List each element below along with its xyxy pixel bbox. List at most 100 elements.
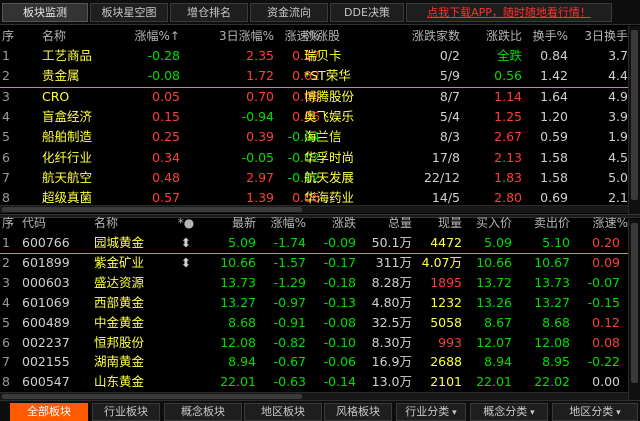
lower-vertical-scrollbar[interactable]: [628, 219, 640, 400]
sector-cell-updown: 8/7: [439, 88, 460, 104]
sector-cell-chg3: 2.97: [246, 169, 274, 185]
lower-scroll-thumb[interactable]: [631, 223, 638, 383]
bottom-tab-1[interactable]: 全部板块: [10, 403, 88, 421]
upper-header-name[interactable]: 名称: [42, 27, 124, 45]
sector-row[interactable]: 7 航天航空 0.48 2.97 -0.02 航天发展 22/12 1.83 1.58 5.0: [0, 168, 628, 188]
stock-cell-sell: 22.02: [534, 374, 570, 390]
lower-header-now[interactable]: 现量: [412, 214, 462, 232]
lower-header-price[interactable]: 最新: [200, 214, 256, 232]
tab-fund-flow[interactable]: 资金流向: [250, 3, 328, 22]
stock-cell-name: 山东黄金: [94, 374, 145, 390]
stock-cell-vol: 8.28万: [371, 274, 412, 290]
sector-row[interactable]: 2 贵金属 -0.08 1.72 0.02 *ST荣华 5/9 0.56 1.42 4.4: [0, 66, 628, 86]
stock-cell-code: 601069: [22, 294, 70, 310]
stock-cell-chg: -1.29: [273, 274, 306, 290]
sector-cell-updown: 5/4: [439, 108, 460, 124]
sector-cell-updown: 22/12: [423, 169, 460, 185]
stock-cell-sell: 8.68: [542, 314, 570, 330]
stock-cell-code: 601899: [22, 254, 70, 270]
stock-cell-idx: 8: [2, 374, 10, 390]
lower-header-mark[interactable]: *●: [176, 214, 196, 232]
sector-row[interactable]: 1 工艺商品 -0.28 2.35 0.17 瑞贝卡 0/2 全跌 0.84 3.7: [0, 46, 628, 66]
sector-cell-chg3: 0.39: [246, 129, 274, 145]
bottom-tab-8[interactable]: 地区分类 ▾: [552, 403, 638, 421]
stock-row[interactable]: 7 002155 湖南黄金 8.94 -0.67 -0.06 16.9万 2688 8.94 8.…: [0, 352, 628, 372]
stock-cell-price: 10.66: [220, 254, 256, 270]
stock-cell-name: 盛达资源: [94, 274, 145, 290]
lower-header-name[interactable]: 名称: [94, 214, 156, 232]
stock-cell-speed: 0.00: [592, 374, 620, 390]
upper-header-turn[interactable]: 换手%: [522, 27, 568, 45]
stock-cell-diff: -0.10: [323, 334, 356, 350]
upper-vertical-scrollbar[interactable]: [628, 26, 640, 214]
sector-cell-updown: 17/8: [431, 149, 460, 165]
stock-row[interactable]: 6 002237 恒邦股份 12.08 -0.82 -0.10 8.30万 993 12.07 1…: [0, 333, 628, 353]
bottom-tab-5[interactable]: 风格板块: [324, 403, 392, 421]
tab-position-rank[interactable]: 增仓排名: [170, 3, 248, 22]
sector-cell-name: 盲盒经济: [42, 108, 93, 124]
sector-cell-chg3: -0.05: [241, 149, 274, 165]
stock-row[interactable]: 1 600766 园城黄金 ⬍ 5.09 -1.74 -0.09 50.1万 4472 5.09 5…: [0, 233, 628, 253]
sector-cell-leader: 华孚时尚: [304, 149, 355, 165]
stock-cell-speed: -0.07: [587, 274, 620, 290]
sector-row[interactable]: 3 CRO 0.05 0.70 0.08 博腾股份 8/7 1.14 1.64 4.9: [0, 87, 628, 107]
sector-row[interactable]: 4 盲盒经济 0.15 -0.94 0.06 奥飞娱乐 5/4 1.25 1.20 3.9: [0, 107, 628, 127]
lower-header-speed[interactable]: 涨速%: [574, 214, 628, 232]
upper-horizontal-scrollbar[interactable]: [0, 205, 628, 213]
lower-header-diff[interactable]: 涨跌: [310, 214, 356, 232]
lower-horizontal-scrollbar[interactable]: [0, 392, 628, 400]
upper-header-leader[interactable]: 领涨股: [304, 27, 384, 45]
stock-row[interactable]: 3 000603 盛达资源 13.73 -1.29 -0.18 8.28万 1895 13.72…: [0, 273, 628, 293]
bottom-tab-7[interactable]: 概念分类 ▾: [470, 403, 548, 421]
sector-cell-turn: 0.59: [540, 129, 568, 145]
sector-cell-turn: 1.64: [540, 88, 568, 104]
lower-header-buy[interactable]: 买入价: [464, 214, 512, 232]
stock-cell-code: 600766: [22, 235, 70, 250]
tab-dde-decision[interactable]: DDE决策: [330, 3, 404, 22]
upper-scroll-thumb[interactable]: [631, 30, 638, 200]
stock-row[interactable]: 8 600547 山东黄金 22.01 -0.63 -0.14 13.0万 2101 22.01…: [0, 372, 628, 392]
stock-cell-chg: -0.63: [273, 374, 306, 390]
stock-row[interactable]: 5 600489 中金黄金 8.68 -0.91 -0.08 32.5万 5058 8.67 8.…: [0, 313, 628, 333]
lower-header-chg[interactable]: 涨幅%: [258, 214, 306, 232]
stock-cell-code: 002155: [22, 354, 70, 370]
upper-header-turn3[interactable]: 3日换手: [568, 27, 628, 45]
upper-header-chg[interactable]: 涨幅%↑: [118, 27, 180, 45]
sector-row[interactable]: 5 船舶制造 0.25 0.39 -0.04 海兰信 8/3 2.67 0.59 1.9: [0, 127, 628, 147]
lower-header-code[interactable]: 代码: [22, 214, 78, 232]
bottom-tab-2[interactable]: 行业板块: [92, 403, 160, 421]
lower-hscroll-thumb[interactable]: [2, 394, 302, 399]
stock-cell-speed: 0.12: [592, 314, 620, 330]
sector-cell-name: 船舶制造: [42, 129, 93, 145]
stock-cell-code: 002237: [22, 334, 70, 350]
sector-row[interactable]: 6 化纤行业 0.34 -0.05 -0.02 华孚时尚 17/8 2.13 1.58 4.5: [0, 148, 628, 168]
stock-cell-sell: 5.10: [542, 235, 570, 250]
sector-cell-turn3: 4.4: [608, 68, 628, 84]
bottom-tab-3[interactable]: 概念板块: [164, 403, 242, 421]
stock-cell-idx: 1: [2, 235, 10, 250]
bottom-tab-6[interactable]: 行业分类 ▾: [396, 403, 466, 421]
tab-sector-starmap[interactable]: 板块星空图: [90, 3, 168, 22]
stock-row[interactable]: 2 601899 紫金矿业 ⬍ 10.66 -1.57 -0.17 311万 4.07万 10.6…: [0, 253, 628, 273]
stock-cell-idx: 6: [2, 334, 10, 350]
stock-cell-vol: 50.1万: [371, 235, 412, 250]
tab-sector-monitor[interactable]: 板块监测: [2, 3, 88, 22]
stock-row[interactable]: 4 601069 西部黄金 13.27 -0.97 -0.13 4.80万 1232 13.26…: [0, 293, 628, 313]
top-toolbar: 板块监测 板块星空图 增仓排名 资金流向 DDE决策 点我下载APP，随时随地看…: [0, 0, 640, 25]
stock-cell-sell: 12.08: [534, 334, 570, 350]
lower-header-vol[interactable]: 总量: [358, 214, 412, 232]
sector-cell-chg: -0.08: [147, 68, 180, 84]
upper-hscroll-thumb[interactable]: [2, 207, 302, 212]
upper-header-chg3[interactable]: 3日涨幅%: [180, 27, 274, 45]
lower-header-sell[interactable]: 卖出价: [514, 214, 570, 232]
stock-flag-icon: ⬍: [180, 235, 192, 250]
upper-header-ratio[interactable]: 涨跌比: [462, 27, 522, 45]
sector-cell-name: 工艺商品: [42, 48, 93, 63]
bottom-tab-label: 地区分类: [569, 405, 614, 418]
download-app-link[interactable]: 点我下载APP，随时随地看行情！: [406, 3, 612, 22]
upper-header-updown[interactable]: 涨跌家数: [396, 27, 460, 45]
lower-header-idx[interactable]: 序: [2, 214, 16, 232]
stock-flag-icon: [176, 333, 196, 353]
upper-header-idx[interactable]: 序: [2, 27, 16, 45]
bottom-tab-4[interactable]: 地区板块: [244, 403, 322, 421]
